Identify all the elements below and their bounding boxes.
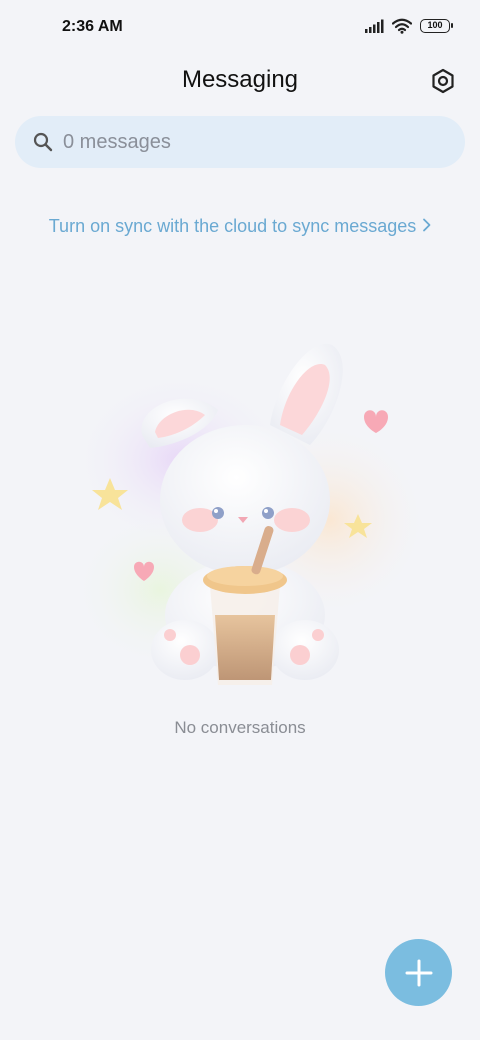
- search-bar[interactable]: [15, 116, 465, 168]
- page-title: Messaging: [181, 66, 299, 93]
- bunny-with-drink-illustration: [70, 343, 420, 685]
- cloud-sync-link[interactable]: Turn on sync with the cloud to sync mess…: [0, 216, 480, 237]
- status-bar: 2:36 AM 100: [0, 0, 480, 56]
- app-header: Messaging: [0, 56, 480, 108]
- signal-icon: [365, 19, 384, 33]
- search-input[interactable]: [63, 130, 465, 154]
- search-icon: [33, 132, 53, 152]
- status-icons: 100: [364, 18, 453, 34]
- chevron-right-icon: [423, 218, 431, 232]
- plus-icon: [405, 959, 432, 986]
- wifi-icon: [392, 18, 412, 34]
- status-time: 2:36 AM: [62, 18, 123, 35]
- gear-icon[interactable]: [430, 68, 456, 94]
- empty-state-message: No conversations: [174, 718, 306, 737]
- battery-icon: 100: [420, 19, 453, 33]
- cloud-sync-label: Turn on sync with the cloud to sync mess…: [48, 216, 417, 236]
- messaging-screen: 2:36 AM 100 Messaging 0 messages Turn on…: [0, 0, 480, 1040]
- battery-level: 100: [427, 20, 443, 30]
- new-message-button[interactable]: [385, 939, 452, 1006]
